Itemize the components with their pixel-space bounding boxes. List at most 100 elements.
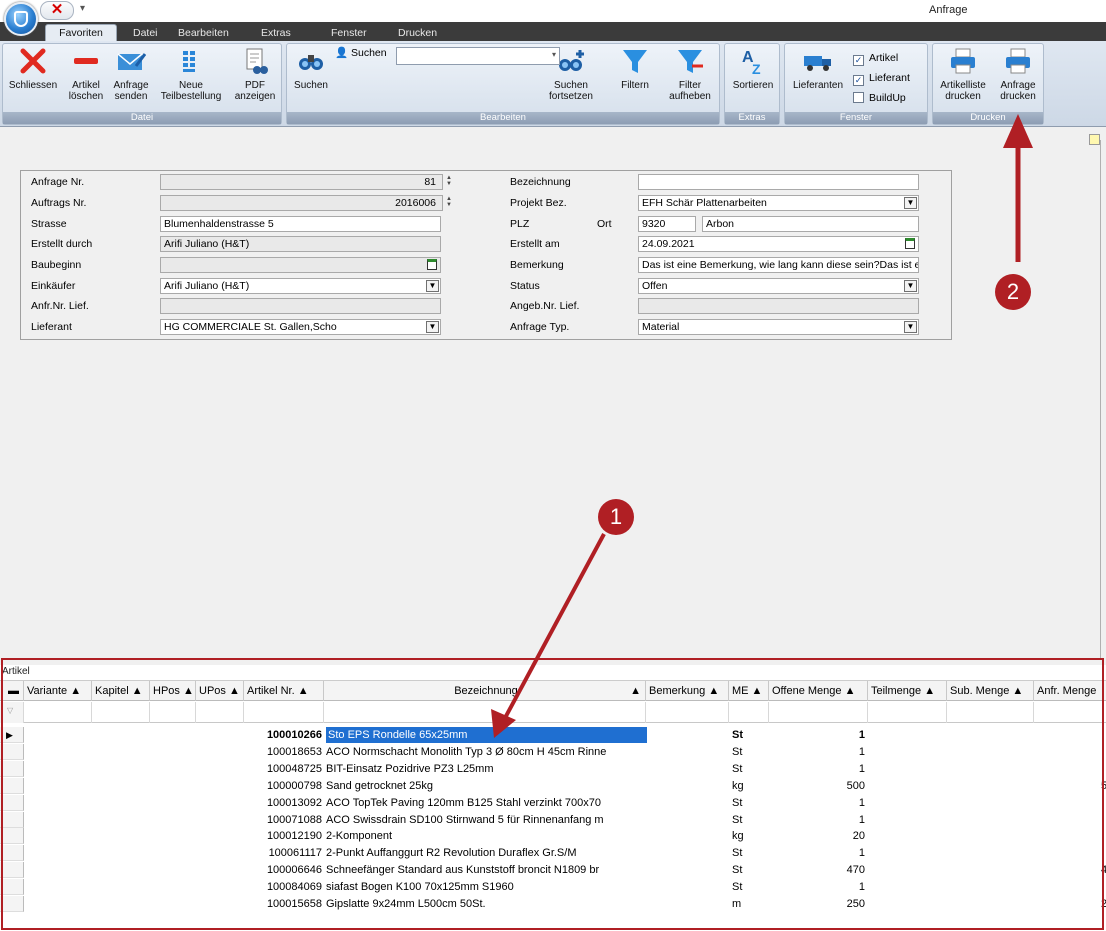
calendar-icon[interactable] (427, 259, 437, 270)
close-x-icon (20, 48, 46, 74)
baubeginn-field[interactable] (160, 257, 441, 273)
svg-text:Z: Z (752, 61, 761, 76)
tab-favoriten[interactable]: Favoriten (45, 24, 117, 42)
chevron-down-icon[interactable]: ▼ (904, 197, 917, 209)
artikel-loeschen-button[interactable]: Artikel löschen (65, 46, 107, 102)
chevron-down-icon[interactable]: ▼ (426, 321, 439, 333)
tab-drucken[interactable]: Drucken (398, 25, 437, 41)
chevron-down-icon[interactable]: ▼ (904, 321, 917, 333)
tab-extras[interactable]: Extras (261, 25, 291, 41)
label-projekt-bez: Projekt Bez. (510, 197, 567, 209)
anfr-nr-lief-field[interactable] (160, 298, 441, 314)
calendar-icon[interactable] (905, 238, 915, 249)
search-input[interactable]: ▾ (396, 47, 560, 65)
sortieren-button[interactable]: AZ Sortieren (727, 46, 779, 91)
checkbox-artikel[interactable]: ✓ Artikel (853, 52, 898, 66)
sort-az-icon: AZ (742, 49, 761, 76)
binoculars-icon (299, 55, 323, 70)
pdf-view-icon (246, 48, 268, 74)
tab-bearbeiten[interactable]: Bearbeiten (178, 25, 229, 41)
label-angeb-nr-lief: Angeb.Nr. Lief. (510, 300, 580, 312)
grid-list-icon (183, 51, 195, 72)
anfrage-nr-field[interactable]: 81 (160, 174, 443, 190)
label-anfrage-nr: Anfrage Nr. (31, 176, 85, 188)
minus-icon (74, 58, 98, 64)
ribbon-group-extras: AZ Sortieren Extras (724, 43, 780, 125)
checkbox-buildup[interactable]: BuildUp (853, 92, 906, 104)
ribbon-tab-strip: Favoriten Datei Bearbeiten Extras Fenste… (0, 22, 1106, 42)
checkbox-buildup-box[interactable] (853, 92, 864, 103)
anfrage-form: Anfrage Nr. Auftrags Nr. Strasse Erstell… (20, 170, 952, 340)
annotation-badge-1: 1 (598, 499, 634, 535)
schliessen-button[interactable]: Schliessen (5, 46, 61, 91)
annotation-highlight-box (1, 658, 1104, 930)
label-bezeichnung: Bezeichnung (510, 176, 571, 188)
group-label-fenster: Fenster (785, 112, 927, 124)
filter-aufheben-button[interactable]: Filter aufheben (663, 46, 717, 102)
label-status: Status (510, 280, 540, 292)
tab-fenster[interactable]: Fenster (331, 25, 367, 41)
envelope-send-icon (117, 53, 146, 70)
panel-pin-icon[interactable] (1089, 134, 1100, 145)
label-auftrags-nr: Auftrags Nr. (31, 197, 87, 209)
anfrage-typ-select[interactable]: Material ▼ (638, 319, 919, 335)
anfrage-drucken-button[interactable]: Anfrage drucken (993, 46, 1043, 102)
group-label-extras: Extras (725, 112, 779, 124)
annotation-badge-2: 2 (995, 274, 1031, 310)
label-ort: Ort (597, 218, 612, 230)
lieferanten-button[interactable]: Lieferanten (787, 46, 849, 91)
search-label: 👤 Suchen (335, 47, 387, 59)
erstellt-am-field[interactable]: 24.09.2021 (638, 236, 919, 252)
printer-icon (951, 48, 975, 74)
plz-field[interactable]: 9320 (638, 216, 696, 232)
auftrags-nr-field[interactable]: 2016006 (160, 195, 443, 211)
label-erstellt-am: Erstellt am (510, 238, 560, 250)
checkbox-lieferant-box[interactable]: ✓ (853, 75, 864, 86)
angeb-nr-lief-field[interactable] (638, 298, 919, 314)
label-strasse: Strasse (31, 218, 67, 230)
vertical-splitter[interactable] (1100, 140, 1106, 660)
quick-access-dropdown-icon[interactable]: ▾ (80, 3, 85, 14)
window-title: Anfrage (929, 4, 968, 16)
ribbon-group-fenster: Lieferanten ✓ Artikel ✓ Lieferant BuildUp … (784, 43, 928, 125)
app-menu-button[interactable] (4, 2, 38, 36)
ort-field[interactable]: Arbon (702, 216, 919, 232)
erstellt-durch-field: Arifi Juliano (H&T) (160, 236, 441, 252)
status-select[interactable]: Offen ▼ (638, 278, 919, 294)
anfrage-nr-spinner-icon[interactable]: ▲ ▼ (446, 175, 452, 187)
einkaeufer-select[interactable]: Arifi Juliano (H&T) ▼ (160, 278, 441, 294)
ribbon: Schliessen Artikel löschen Anfrage sende… (0, 41, 1106, 127)
chevron-down-icon[interactable]: ▼ (426, 280, 439, 292)
ribbon-group-drucken: Artikelliste drucken Anfrage drucken Dru… (932, 43, 1044, 125)
user-search-icon: 👤 (335, 47, 349, 59)
tab-datei[interactable]: Datei (133, 25, 158, 41)
filtern-button[interactable]: Filtern (615, 46, 655, 91)
neue-teilbestellung-button[interactable]: Neue Teilbestellung (153, 46, 229, 102)
anfrage-senden-button[interactable]: Anfrage senden (109, 46, 153, 102)
checkbox-artikel-box[interactable]: ✓ (853, 55, 864, 66)
bezeichnung-field[interactable] (638, 174, 919, 190)
ribbon-group-datei: Schliessen Artikel löschen Anfrage sende… (2, 43, 282, 125)
artikelliste-drucken-button[interactable]: Artikelliste drucken (935, 46, 991, 102)
search-dropdown-icon[interactable]: ▾ (552, 50, 556, 59)
strasse-field[interactable]: Blumenhaldenstrasse 5 (160, 216, 441, 232)
label-plz: PLZ (510, 218, 530, 230)
projekt-bez-select[interactable]: EFH Schär Plattenarbeiten ▼ (638, 195, 919, 211)
lieferant-select[interactable]: HG COMMERCIALE St. Gallen,Scho ▼ (160, 319, 441, 335)
suchen-button[interactable]: Suchen (291, 46, 331, 91)
label-bemerkung: Bemerkung (510, 259, 564, 271)
funnel-icon (623, 50, 647, 73)
chevron-down-icon[interactable]: ▼ (904, 280, 917, 292)
checkbox-lieferant[interactable]: ✓ Lieferant (853, 72, 910, 86)
printer-icon (1006, 48, 1030, 74)
pdf-anzeigen-button[interactable]: PDF anzeigen (229, 46, 281, 102)
group-label-datei: Datei (3, 112, 281, 124)
bemerkung-field[interactable]: Das ist eine Bemerkung, wie lang kann di… (638, 257, 919, 273)
quick-close-button[interactable]: ✕ (40, 1, 74, 20)
group-label-drucken: Drucken (933, 112, 1043, 124)
label-baubeginn: Baubeginn (31, 259, 82, 271)
auftrags-nr-spinner-icon[interactable]: ▲ ▼ (446, 196, 452, 208)
label-erstellt-durch: Erstellt durch (31, 238, 93, 250)
group-label-bearbeiten: Bearbeiten (287, 112, 719, 124)
app-logo-icon (14, 11, 28, 27)
